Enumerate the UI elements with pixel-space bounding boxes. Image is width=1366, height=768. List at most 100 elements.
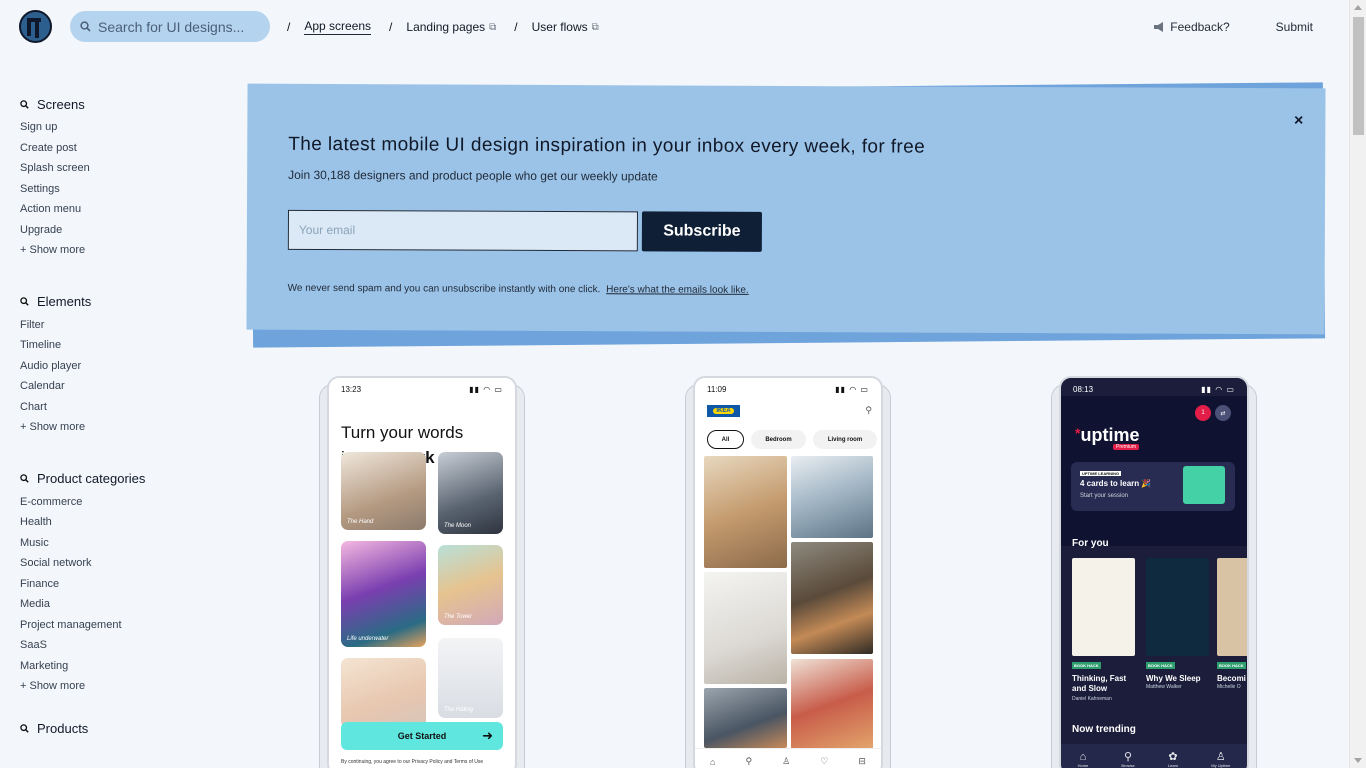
show-more-link[interactable]: + Show more xyxy=(20,676,220,697)
sidebar-item[interactable]: Finance xyxy=(20,574,220,595)
room-photo xyxy=(791,456,873,538)
sidebar-item[interactable]: Health xyxy=(20,512,220,533)
section-header[interactable]: Elements xyxy=(20,294,220,310)
search-icon xyxy=(20,724,29,733)
screen-card[interactable]: 11:09 ▮▮ ◠ ▭ IKEA ⚲ All Bedroom Living ro… xyxy=(685,376,901,768)
search-icon xyxy=(20,99,29,109)
phone-screen: 08:13 ▮▮ ◠ ▭ 1 ⇄ *uptime Premium UPTIME L… xyxy=(1059,376,1249,768)
section-header[interactable]: Screens xyxy=(20,96,220,112)
feedback-label: Feedback? xyxy=(1170,20,1230,34)
search-icon xyxy=(20,474,29,483)
search-bar[interactable]: Search for UI designs... xyxy=(70,11,270,42)
search-icon[interactable]: ⚲ xyxy=(746,756,753,767)
sidebar-section-product-categories: Product categories E-commerce Health Mus… xyxy=(20,471,220,697)
learn-title: 4 cards to learn 🎉 xyxy=(1080,479,1152,488)
sidebar-item[interactable]: Splash screen xyxy=(20,158,220,179)
search-icon: ⚲ xyxy=(865,405,872,415)
external-link-icon: ⧉ xyxy=(489,21,497,33)
sidebar-item[interactable]: Calendar xyxy=(20,376,220,397)
external-link-icon: ⧉ xyxy=(591,21,599,33)
basket-icon[interactable]: ⊟ xyxy=(858,756,866,767)
status-icons: ▮▮ ◠ ▭ xyxy=(1201,385,1235,394)
scroll-up-icon[interactable] xyxy=(1354,5,1362,10)
sidebar-item[interactable]: Create post xyxy=(20,138,220,159)
sidebar-item[interactable]: Timeline xyxy=(20,335,220,356)
book-title: Thinking, Fast and Slow xyxy=(1072,674,1127,693)
book-cover[interactable] xyxy=(1146,558,1209,656)
screen-card[interactable]: 13:23▮▮ ◠ ▭ Turn your words into artwork… xyxy=(319,376,535,768)
tab-label: User flows xyxy=(531,20,588,34)
book-cover[interactable] xyxy=(1217,558,1247,656)
search-icon xyxy=(20,297,29,306)
show-more-link[interactable]: + Show more xyxy=(20,417,220,438)
sidebar-item[interactable]: E-commerce xyxy=(20,492,220,513)
tile-label: The Tower xyxy=(444,614,473,620)
nav-home[interactable]: ⌂ Home xyxy=(1078,751,1089,768)
home-icon[interactable]: ⌂ xyxy=(710,757,715,767)
scrollbar-thumb[interactable] xyxy=(1353,17,1364,135)
book-author: Michelle O xyxy=(1217,684,1241,690)
sidebar-item[interactable]: SaaS xyxy=(20,635,220,656)
swap-icon[interactable]: ⇄ xyxy=(1215,405,1231,421)
learn-illustration xyxy=(1183,466,1225,504)
submit-link[interactable]: Submit xyxy=(1276,20,1313,34)
nav-browse[interactable]: ⚲ Browse xyxy=(1121,750,1134,768)
feedback-button[interactable]: Feedback? xyxy=(1153,20,1230,34)
streak-icon[interactable]: 1 xyxy=(1195,405,1211,421)
profile-icon[interactable]: ♙ xyxy=(782,756,790,767)
sidebar-item[interactable]: Sign up xyxy=(20,117,220,138)
section-title: For you xyxy=(1072,538,1109,549)
sidebar-item[interactable]: Filter xyxy=(20,315,220,336)
art-tile: Life underwater xyxy=(341,541,426,647)
section-title: Products xyxy=(37,721,89,736)
tile-label: The Moon xyxy=(444,523,472,529)
note-text: We never send spam and you can unsubscri… xyxy=(287,282,601,296)
nav-my-uptime[interactable]: ♙ My Uptime xyxy=(1211,750,1230,768)
email-preview-link[interactable]: Here's what the emails look like. xyxy=(606,284,749,296)
room-photo xyxy=(704,688,787,748)
email-field[interactable]: Your email xyxy=(287,209,638,252)
book-cover[interactable] xyxy=(1072,558,1135,656)
section-header[interactable]: Products xyxy=(20,721,220,737)
sidebar-item[interactable]: Media xyxy=(20,594,220,615)
sidebar-item[interactable]: Upgrade xyxy=(20,220,220,241)
breadcrumb: / App screens / Landing pages ⧉ / User fl… xyxy=(287,19,617,35)
search-input[interactable]: Search for UI designs... xyxy=(98,19,244,35)
home-icon: ⌂ xyxy=(1079,750,1087,763)
tab-user-flows[interactable]: User flows ⧉ xyxy=(532,20,599,34)
sidebar-item[interactable]: Settings xyxy=(20,179,220,200)
status-icons: ▮▮ ◠ ▭ xyxy=(469,385,503,394)
get-started-button[interactable]: Get Started ➜ xyxy=(341,722,503,750)
section-title: Product categories xyxy=(37,471,146,486)
tab-landing-pages[interactable]: Landing pages ⧉ xyxy=(406,20,496,34)
sidebar-item[interactable]: Music xyxy=(20,533,220,554)
breadcrumb-separator: / xyxy=(287,20,291,34)
nav-learn[interactable]: ✿ Learn xyxy=(1168,750,1178,768)
close-icon[interactable]: × xyxy=(1294,112,1303,130)
section-title: Now trending xyxy=(1072,724,1136,735)
newsletter-banner: × The latest mobile UI design inspiratio… xyxy=(246,82,1327,348)
page-scrollbar[interactable] xyxy=(1349,0,1366,768)
section-title: Screens xyxy=(37,96,85,112)
tab-app-screens[interactable]: App screens xyxy=(304,19,372,35)
art-tile: The Hand xyxy=(341,452,426,530)
learn-card[interactable]: UPTIME LEARNING 4 cards to learn 🎉 Start… xyxy=(1071,462,1235,511)
sidebar-item[interactable]: Action menu xyxy=(20,199,220,220)
learn-subtitle: Start your session xyxy=(1080,493,1129,499)
megaphone-icon xyxy=(1154,22,1164,32)
sidebar-item[interactable]: Audio player xyxy=(20,356,220,377)
scroll-down-icon[interactable] xyxy=(1354,758,1362,763)
screen-card[interactable]: 08:13 ▮▮ ◠ ▭ 1 ⇄ *uptime Premium UPTIME L… xyxy=(1051,376,1267,768)
learn-icon: ✿ xyxy=(1168,751,1178,763)
section-header[interactable]: Product categories xyxy=(20,471,220,487)
sidebar-item[interactable]: Chart xyxy=(20,397,220,418)
heart-icon[interactable]: ♡ xyxy=(820,756,828,767)
site-logo[interactable] xyxy=(19,10,52,43)
sidebar-item[interactable]: Project management xyxy=(20,615,220,636)
banner-panel: × The latest mobile UI design inspiratio… xyxy=(246,83,1326,335)
show-more-link[interactable]: + Show more xyxy=(20,240,220,261)
subscribe-button[interactable]: Subscribe xyxy=(641,211,762,252)
sidebar-item[interactable]: Social network xyxy=(20,553,220,574)
sidebar-item[interactable]: Marketing xyxy=(20,656,220,677)
status-time: 08:13 xyxy=(1073,385,1094,394)
